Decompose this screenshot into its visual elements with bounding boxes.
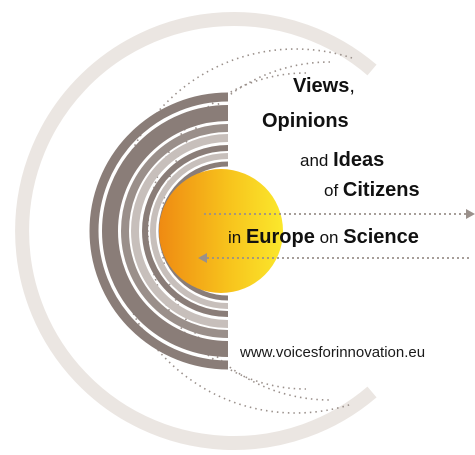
and-text: and bbox=[300, 151, 334, 170]
website-url: www.voicesforinnovation.eu bbox=[240, 344, 426, 361]
in-text: in bbox=[228, 228, 246, 247]
science-text: Science bbox=[343, 226, 419, 248]
on-text: on bbox=[314, 228, 344, 247]
views-text: Views bbox=[293, 75, 350, 97]
opinions-text: Opinions bbox=[262, 110, 349, 132]
europe-text: Europe bbox=[245, 226, 315, 248]
headline-europe-science: in Europe on Science bbox=[228, 227, 419, 247]
views-comma: , bbox=[349, 75, 355, 97]
headline-views: Views, bbox=[293, 76, 355, 96]
headline-opinions: Opinions bbox=[262, 111, 349, 131]
citizens-text: Citizens bbox=[342, 179, 420, 201]
headline-ideas: and Ideas bbox=[300, 150, 384, 170]
headline-citizens: of Citizens bbox=[324, 180, 420, 200]
logo-graphic: Views, Opinions and Ideas of Citizens in… bbox=[0, 0, 475, 455]
ideas-text: Ideas bbox=[333, 149, 385, 171]
of-text: of bbox=[324, 181, 343, 200]
